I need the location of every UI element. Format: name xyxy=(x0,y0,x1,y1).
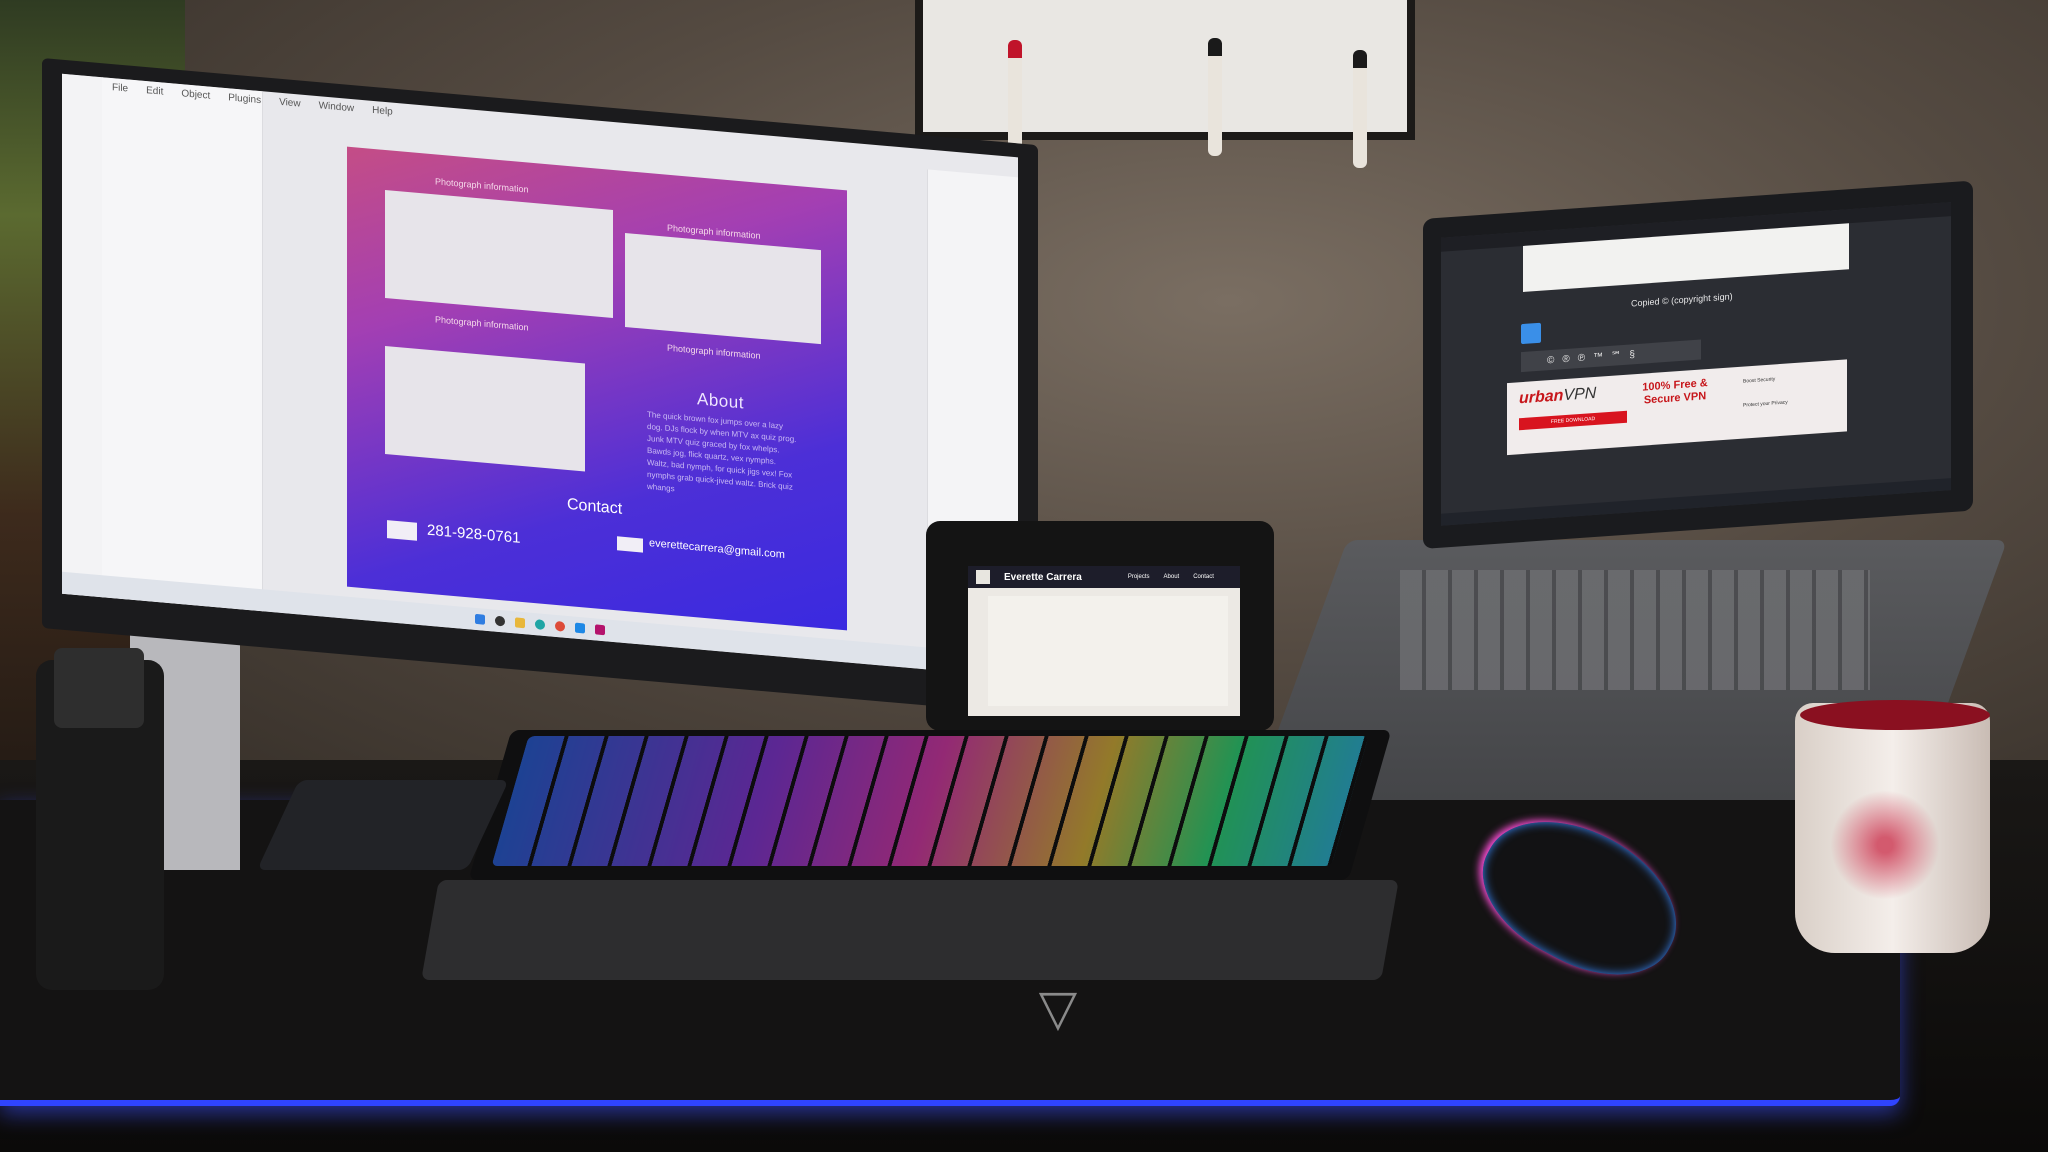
edge-icon xyxy=(535,619,545,631)
design-app-tool-rail xyxy=(62,73,103,598)
tablet-hero-image xyxy=(988,596,1228,706)
mail-icon xyxy=(617,536,643,553)
phone xyxy=(257,780,509,870)
site-name: Everette Carrera xyxy=(1004,571,1082,583)
menu-item: Help xyxy=(372,104,393,118)
photo-placeholder xyxy=(625,233,821,345)
nav-contact: Contact xyxy=(1193,574,1214,580)
about-heading: About xyxy=(697,389,744,413)
symbol-service-mark: ℠ xyxy=(1611,349,1622,362)
menu-item: Edit xyxy=(146,84,164,98)
ad-feature-1: Boost Security xyxy=(1743,376,1776,385)
photo-caption: Photograph information xyxy=(435,314,529,333)
marker-black-1 xyxy=(1208,38,1222,156)
symbol-picker: © ® ℗ ™ ℠ § xyxy=(1521,339,1701,373)
tablet-site-header: Everette Carrera Projects About Contact xyxy=(968,566,1240,588)
whiteboard xyxy=(915,0,1415,168)
main-monitor: File Edit Object Plugins View Window Hel… xyxy=(42,58,1038,716)
phone-icon xyxy=(387,520,417,541)
vpn-ad: urbanVPN 100% Free & Secure VPN FREE DOW… xyxy=(1507,359,1847,456)
photo-caption: Photograph information xyxy=(435,176,529,195)
photo-scene: ▽ File Edit Object Plugins View Window H… xyxy=(0,0,2048,1152)
rgb-keycaps xyxy=(491,736,1369,866)
photo-placeholder xyxy=(385,346,585,472)
menu-item: File xyxy=(112,81,129,95)
menu-item: Object xyxy=(181,87,211,102)
ad-cta-button: FREE DOWNLOAD xyxy=(1519,410,1627,431)
menu-item: View xyxy=(279,96,301,110)
ad-brand: urbanVPN xyxy=(1519,384,1597,408)
nav-projects: Projects xyxy=(1127,574,1150,580)
emoji-button xyxy=(1521,322,1541,345)
bottle-cap xyxy=(54,648,144,728)
design-app-layers-panel xyxy=(102,77,263,612)
symbol-section: § xyxy=(1629,348,1635,361)
contact-heading: Contact xyxy=(567,495,623,518)
wrist-rest xyxy=(421,880,1399,980)
tablet-screen: Everette Carrera Projects About Contact xyxy=(968,566,1240,716)
symbol-copyright: © xyxy=(1547,354,1555,366)
site-logo-icon xyxy=(976,570,990,584)
laptop: Copied © (copyright sign) © ® ℗ ™ ℠ § ur… xyxy=(1423,180,1973,549)
xd-icon xyxy=(595,624,605,636)
laptop-keyboard xyxy=(1400,570,1870,690)
symbol-registered: ® xyxy=(1562,353,1570,365)
marker-red xyxy=(1008,40,1022,158)
start-icon xyxy=(475,613,485,625)
copied-label: Copied © (copyright sign) xyxy=(1631,291,1733,309)
nav-about: About xyxy=(1163,574,1180,580)
photo-placeholder xyxy=(385,190,613,318)
mug-artwork xyxy=(1830,790,1940,900)
mat-logo-icon: ▽ xyxy=(1038,980,1078,1036)
email-address: everettecarrera@gmail.com xyxy=(649,537,785,561)
marker-black-2 xyxy=(1353,50,1367,168)
menu-item: Plugins xyxy=(228,91,262,106)
ad-feature-2: Protect your Privacy xyxy=(1743,399,1788,409)
menu-item: Window xyxy=(318,99,355,114)
monitor-screen: File Edit Object Plugins View Window Hel… xyxy=(62,73,1018,678)
about-text: The quick brown fox jumps over a lazy do… xyxy=(647,409,797,494)
chrome-icon xyxy=(555,620,565,632)
ad-headline: 100% Free & Secure VPN xyxy=(1642,377,1708,407)
mug-rim xyxy=(1800,700,1990,730)
vscode-icon xyxy=(575,622,585,634)
file-explorer-icon xyxy=(515,617,525,629)
search-icon xyxy=(495,615,505,627)
symbol-sound-recording: ℗ xyxy=(1577,352,1586,364)
laptop-screen: Copied © (copyright sign) © ® ℗ ™ ℠ § ur… xyxy=(1441,202,1951,526)
phone-number: 281-928-0761 xyxy=(427,521,521,547)
tablet: Everette Carrera Projects About Contact xyxy=(926,521,1274,731)
symbol-trademark: ™ xyxy=(1593,350,1604,363)
photo-caption: Photograph information xyxy=(667,342,761,361)
portfolio-artboard: Photograph information Photograph inform… xyxy=(347,146,847,631)
